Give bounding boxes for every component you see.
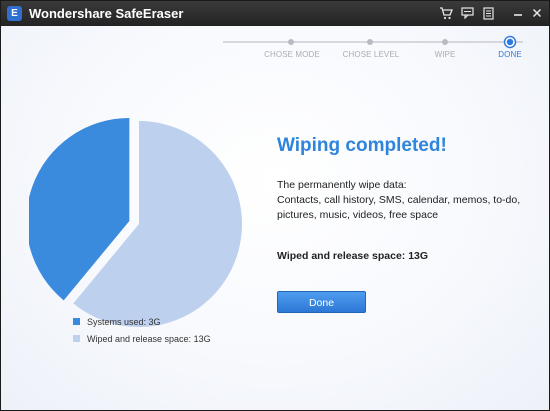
step-chose-level: CHOSE LEVEL <box>342 50 400 59</box>
title-bar: E Wondershare SafeEraser <box>1 1 549 26</box>
legend-item-systems: Systems used: 3G <box>73 316 211 328</box>
app-title: Wondershare SafeEraser <box>29 6 184 21</box>
done-button[interactable]: Done <box>277 291 366 313</box>
step-wipe: WIPE <box>434 50 456 59</box>
register-icon[interactable] <box>479 4 497 22</box>
step-dot-wipe <box>442 39 448 45</box>
close-icon[interactable] <box>528 4 546 22</box>
description-line: pictures, music, videos, free space <box>277 209 439 221</box>
storage-pie-chart <box>29 117 242 327</box>
cart-icon[interactable] <box>437 4 455 22</box>
step-dot-chose-level <box>367 39 373 45</box>
legend-swatch-wiped <box>73 335 80 342</box>
step-done: DONE <box>498 50 522 59</box>
step-dot-chose-mode <box>288 39 294 45</box>
legend-label-wiped: Wiped and release space: 13G <box>87 334 211 344</box>
chart-legend: Systems used: 3G Wiped and release space… <box>73 316 211 350</box>
app-logo-icon: E <box>7 6 22 21</box>
legend-label-systems: Systems used: 3G <box>87 317 161 327</box>
wipe-description: The permanently wipe data: Contacts, cal… <box>277 178 537 223</box>
minimize-icon[interactable] <box>509 4 527 22</box>
legend-swatch-systems <box>73 318 80 325</box>
completion-heading: Wiping completed! <box>277 135 447 156</box>
space-released-text: Wiped and release space: 13G <box>277 250 429 262</box>
legend-item-wiped: Wiped and release space: 13G <box>73 333 211 345</box>
feedback-icon[interactable] <box>458 4 476 22</box>
description-line: The permanently wipe data: <box>277 179 407 191</box>
progress-steps: CHOSE MODE CHOSE LEVEL WIPE DONE <box>1 26 549 66</box>
app-window: E Wondershare SafeEraser CHOSE MODE CHOS… <box>0 0 550 411</box>
step-chose-mode: CHOSE MODE <box>264 50 320 59</box>
description-line: Contacts, call history, SMS, calendar, m… <box>277 194 521 206</box>
main-content: CHOSE MODE CHOSE LEVEL WIPE DONE Systems… <box>1 26 549 410</box>
